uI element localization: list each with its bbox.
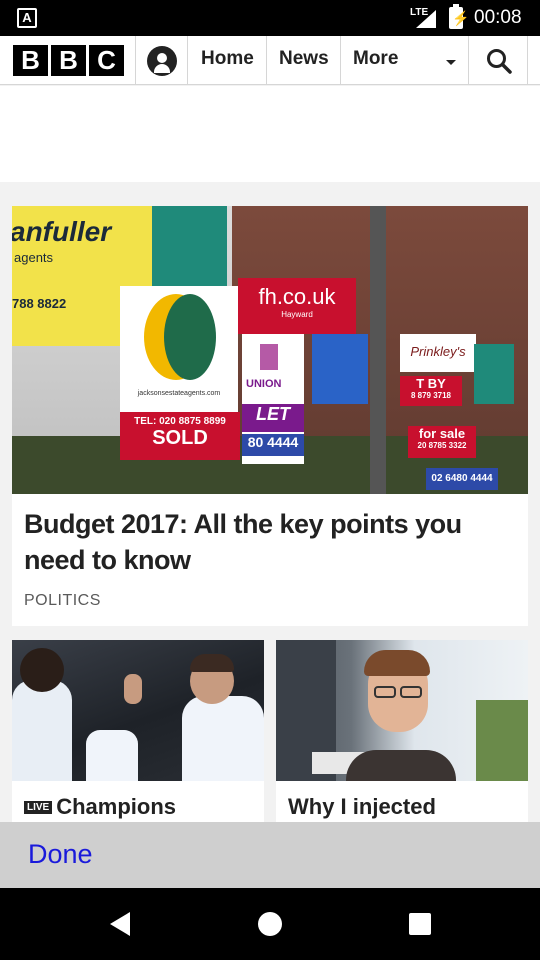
recent-apps-icon[interactable]	[409, 913, 431, 935]
nav-divider	[340, 36, 341, 85]
back-icon[interactable]	[110, 912, 130, 936]
sign-text: 20 8785 3322	[417, 441, 467, 450]
sign-text: fh.co.uk	[258, 284, 336, 309]
lead-story-card[interactable]: anfuller agents 788 8822 jacksonsestatea…	[12, 206, 528, 626]
home-icon[interactable]	[258, 912, 282, 936]
sign-union: UNION LET 80 4444	[242, 334, 304, 464]
nav-divider	[468, 36, 469, 85]
sign-text: jacksonsestateagents.com	[137, 390, 221, 397]
search-icon[interactable]	[486, 48, 512, 74]
nav-divider	[266, 36, 267, 85]
sign-fh: fh.co.uk Hayward	[238, 278, 356, 334]
status-clock: 00:08	[474, 7, 522, 28]
sign-text: Hayward	[281, 310, 313, 319]
story-title[interactable]: LIVE Champions	[24, 794, 176, 820]
story-image	[12, 640, 264, 781]
sign-text: anfuller	[12, 216, 112, 247]
sign-text: T BY	[416, 376, 446, 391]
sign-text: 788 8822	[12, 296, 67, 311]
battery-charging-icon: ⚡	[449, 4, 469, 29]
sign-text: 02 6480 4444	[426, 468, 498, 490]
nav-more[interactable]: More	[353, 48, 398, 70]
sign-t-by: T BY 8 879 3718	[400, 376, 462, 406]
sign-text: LET	[242, 404, 304, 432]
sign-text: UNION	[246, 378, 282, 390]
story-image	[276, 640, 528, 781]
ad-placeholder	[0, 86, 540, 182]
system-nav-bar	[0, 888, 540, 960]
lead-headline[interactable]: Budget 2017: All the key points you need…	[24, 506, 520, 578]
sign-text: SOLD	[152, 427, 208, 449]
site-header: B B C Home News More	[0, 36, 540, 85]
sign-text: for sale	[418, 426, 466, 441]
sign-text: 8 879 3718	[410, 391, 452, 400]
sign-text: agents	[14, 250, 54, 265]
story-topic-tag[interactable]: POLITICS	[24, 592, 101, 610]
nav-divider	[135, 36, 136, 85]
sign-for-sale: for sale 20 8785 3322	[408, 426, 476, 458]
nav-divider	[187, 36, 188, 85]
nav-home[interactable]: Home	[201, 48, 254, 70]
status-bar: A LTE ⚡ 00:08	[0, 0, 540, 36]
logo-letter: B	[13, 45, 48, 76]
story-title-text: Champions	[56, 794, 177, 819]
sign-text: Prinkley's	[410, 344, 466, 359]
sign-text: TEL: 020 8875 8899	[134, 416, 226, 427]
done-button[interactable]: Done	[28, 839, 93, 870]
sign-prinkleys: Prinkley's	[400, 334, 476, 372]
logo-letter: B	[51, 45, 86, 76]
live-badge: LIVE	[24, 801, 53, 814]
sign-text: 80 4444	[242, 434, 304, 456]
story-title[interactable]: Why I injected	[288, 794, 436, 820]
lead-story-image: anfuller agents 788 8822 jacksonsestatea…	[12, 206, 528, 494]
sign-sold: TEL: 020 8875 8899 SOLD	[120, 412, 240, 460]
story-card[interactable]: Why I injected	[276, 640, 528, 830]
nav-news[interactable]: News	[279, 48, 329, 70]
app-notification-icon: A	[17, 8, 37, 28]
done-bar: Done	[0, 822, 540, 888]
chevron-down-icon[interactable]	[446, 60, 456, 65]
logo-letter: C	[89, 45, 124, 76]
account-icon[interactable]	[147, 46, 177, 76]
nav-divider	[527, 36, 528, 85]
signal-icon	[416, 10, 436, 28]
story-card[interactable]: LIVE Champions	[12, 640, 264, 830]
bbc-logo[interactable]: B B C	[13, 45, 124, 76]
sign-jackson: jacksonsestateagents.com	[120, 286, 238, 431]
